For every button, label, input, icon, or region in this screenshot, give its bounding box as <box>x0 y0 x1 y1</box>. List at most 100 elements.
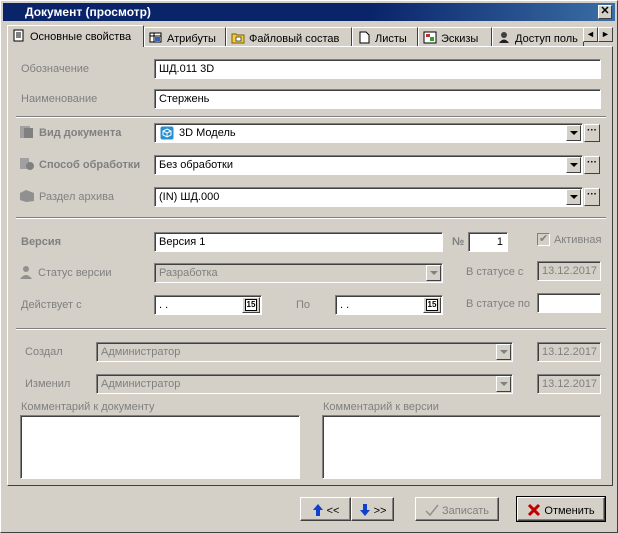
tab-label: Основные свойства <box>30 31 132 43</box>
version-status-select[interactable]: Разработка <box>154 263 443 283</box>
document-type-icon <box>20 126 33 138</box>
tab-label: Эскизы <box>441 33 479 45</box>
valid-to-calendar-button[interactable]: 15 <box>423 297 441 313</box>
cancel-button[interactable]: Отменить <box>516 496 606 522</box>
tab-user-access[interactable]: Доступ поль <box>492 27 584 46</box>
document-window: Документ (просмотр) ✕ Основные свойства … <box>0 0 618 533</box>
valid-to-label: По <box>296 299 311 311</box>
ellipsis-icon: ··· <box>587 125 597 136</box>
doc-comment-textarea[interactable] <box>20 415 300 479</box>
processing-browse-button[interactable]: ··· <box>584 156 600 174</box>
archive-browse-button[interactable]: ··· <box>584 188 600 206</box>
calendar-icon: 15 <box>426 299 438 311</box>
tab-label: Листы <box>375 33 407 45</box>
version-label: Версия <box>21 236 62 248</box>
designation-field[interactable]: ШД.011 3D <box>154 59 601 79</box>
version-field[interactable]: Версия 1 <box>154 232 443 252</box>
processing-icon <box>20 158 34 170</box>
previous-document-button[interactable]: << <box>300 497 351 521</box>
doc-type-browse-button[interactable]: ··· <box>584 124 600 142</box>
document-properties-icon <box>13 29 24 42</box>
separator <box>16 328 606 330</box>
in-status-since-label: В статусе с <box>466 266 524 278</box>
attributes-table-icon <box>149 32 162 43</box>
cancel-x-icon <box>528 503 541 517</box>
tab-sheets[interactable]: Листы <box>352 27 418 46</box>
close-button[interactable]: ✕ <box>598 5 612 19</box>
created-by-label: Создал <box>25 346 63 358</box>
modified-by-select: Администратор <box>96 374 513 394</box>
name-label: Наименование <box>21 93 98 105</box>
tab-sketches[interactable]: Эскизы <box>418 27 492 46</box>
checkmark-disabled-icon <box>425 504 439 517</box>
archive-icon <box>20 190 34 202</box>
version-status-dropdown-button[interactable] <box>426 265 441 281</box>
doc-type-label: Вид документа <box>39 127 122 139</box>
sheet-icon <box>359 31 370 44</box>
processing-select[interactable]: Без обработки <box>154 155 583 175</box>
modified-date-field: 13.12.2017 <box>537 374 601 394</box>
tab-strip: Основные свойства Атрибуты Файловый сост… <box>7 25 613 47</box>
tab-file-composition[interactable]: Файловый состав <box>226 27 352 46</box>
created-date-field: 13.12.2017 <box>537 342 601 362</box>
valid-from-value: . . <box>159 299 169 311</box>
doc-type-select[interactable]: 3D Модель <box>154 123 583 143</box>
save-button[interactable]: Записать <box>415 497 499 521</box>
created-by-select: Администратор <box>96 342 513 362</box>
version-status-value: Разработка <box>159 267 218 279</box>
version-comment-textarea[interactable] <box>322 415 601 479</box>
archive-dropdown-button[interactable] <box>566 189 581 205</box>
valid-to-date-field[interactable]: . . 15 <box>335 295 443 315</box>
active-label: Активная <box>554 234 602 246</box>
in-status-until-field[interactable] <box>537 293 601 313</box>
doc-type-value: 3D Модель <box>179 127 236 139</box>
doc-comment-label: Комментарий к документу <box>21 401 155 413</box>
valid-to-value: . . <box>340 299 350 311</box>
ellipsis-icon: ··· <box>587 189 597 200</box>
tab-scroll-left-button[interactable]: ◄ <box>583 27 598 42</box>
doc-type-dropdown-button[interactable] <box>566 125 581 141</box>
modified-by-label: Изменил <box>25 378 71 390</box>
calendar-icon: 15 <box>245 299 257 311</box>
window-title: Документ (просмотр) <box>25 5 151 19</box>
folder-files-icon <box>231 33 245 44</box>
archive-select[interactable]: (IN) ШД.000 <box>154 187 583 207</box>
next-document-button[interactable]: >> <box>351 497 394 521</box>
next-label: >> <box>373 505 387 517</box>
ellipsis-icon: ··· <box>587 157 597 168</box>
designation-label: Обозначение <box>21 63 90 75</box>
arrow-down-icon <box>359 504 370 516</box>
processing-value: Без обработки <box>159 159 234 171</box>
tab-scroll-right-button[interactable]: ► <box>598 27 613 42</box>
previous-label: << <box>326 505 340 517</box>
tab-attributes[interactable]: Атрибуты <box>144 27 226 46</box>
cancel-label: Отменить <box>544 505 595 517</box>
arrow-up-icon <box>312 504 323 516</box>
tab-label: Атрибуты <box>167 33 216 45</box>
tab-main-properties[interactable]: Основные свойства <box>7 25 144 47</box>
created-by-value: Администратор <box>101 346 181 358</box>
save-label: Записать <box>442 505 490 517</box>
sketch-icon <box>423 31 437 44</box>
tab-label: Доступ поль <box>515 33 578 45</box>
valid-from-calendar-button[interactable]: 15 <box>242 297 260 313</box>
title-bar: Документ (просмотр) ✕ <box>3 3 615 21</box>
active-checkbox[interactable]: ✔ <box>537 233 550 246</box>
version-number-field[interactable]: 1 <box>468 232 508 252</box>
version-comment-label: Комментарий к версии <box>323 401 439 413</box>
separator <box>16 116 606 118</box>
processing-label: Способ обработки <box>39 159 141 171</box>
processing-dropdown-button[interactable] <box>566 157 581 173</box>
in-status-since-field: 13.12.2017 <box>537 261 601 281</box>
valid-from-date-field[interactable]: . . 15 <box>154 295 262 315</box>
user-status-icon <box>20 266 32 279</box>
tab-scroll-right-icon: ► <box>601 29 610 39</box>
tab-label: Файловый состав <box>249 33 340 45</box>
main-properties-panel: Обозначение ШД.011 3D Наименование Стерж… <box>7 46 613 486</box>
modified-by-dropdown-button <box>496 376 511 392</box>
in-status-until-label: В статусе по <box>466 298 530 310</box>
name-field[interactable]: Стержень <box>154 89 601 109</box>
valid-from-label: Действует с <box>21 299 82 311</box>
close-icon: ✕ <box>600 5 610 17</box>
user-access-icon <box>499 32 509 43</box>
